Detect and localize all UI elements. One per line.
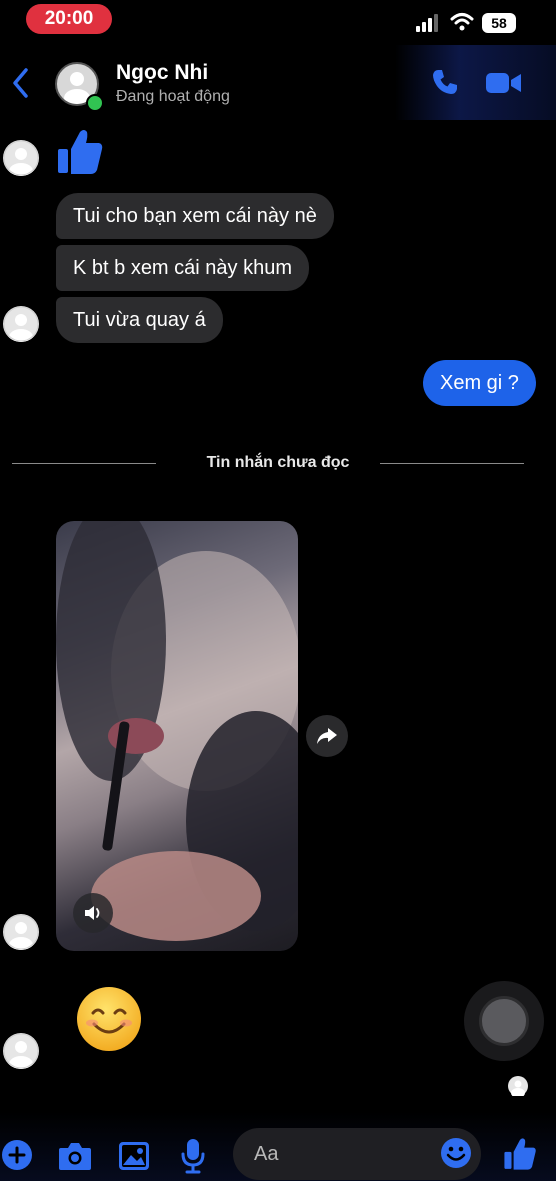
emoji-icon[interactable] xyxy=(440,1137,472,1169)
message-input-placeholder: Aa xyxy=(254,1142,279,1165)
message-text: Tui cho bạn xem cái này nè xyxy=(73,204,317,227)
sender-avatar[interactable] xyxy=(3,140,39,176)
default-avatar-icon xyxy=(3,306,39,342)
message-text: Xem gi ? xyxy=(440,371,519,394)
speaker-icon xyxy=(85,906,100,920)
image-icon[interactable] xyxy=(118,1141,150,1171)
sender-avatar[interactable] xyxy=(3,306,39,342)
seen-indicator-avatar xyxy=(508,1076,528,1098)
default-avatar-icon xyxy=(511,1080,525,1098)
microphone-icon[interactable] xyxy=(180,1138,206,1174)
sender-avatar[interactable] xyxy=(3,1033,39,1069)
header-glow xyxy=(395,45,556,120)
phone-icon[interactable] xyxy=(430,67,460,97)
default-avatar-icon xyxy=(3,1033,39,1069)
battery-indicator: 58 xyxy=(482,13,516,33)
received-message-bubble[interactable]: Tui cho bạn xem cái này nè xyxy=(56,193,334,239)
message-text: Tui vừa quay á xyxy=(73,308,206,331)
camera-icon[interactable] xyxy=(58,1141,92,1171)
battery-level: 58 xyxy=(491,15,507,31)
contact-name[interactable]: Ngọc Nhi xyxy=(116,61,208,85)
contact-status: Đang hoạt động xyxy=(116,88,230,105)
video-camera-icon[interactable] xyxy=(486,70,522,96)
cell-signal-icon xyxy=(416,14,438,32)
video-thumbnail xyxy=(56,521,298,941)
wifi-icon xyxy=(450,13,474,31)
smiley-emoji[interactable] xyxy=(76,986,142,1052)
floating-action-button[interactable] xyxy=(464,981,544,1061)
default-avatar-icon xyxy=(3,140,39,176)
back-arrow-icon[interactable] xyxy=(10,66,30,100)
share-button[interactable] xyxy=(306,715,348,757)
divider-line-right xyxy=(380,463,524,464)
sent-message-bubble[interactable]: Xem gi ? xyxy=(423,360,536,406)
online-status-dot xyxy=(86,94,104,112)
share-arrow-icon xyxy=(317,728,337,744)
thumbs-up-icon[interactable] xyxy=(56,127,104,177)
plus-icon[interactable] xyxy=(1,1139,33,1171)
thumbs-up-icon[interactable] xyxy=(503,1136,537,1172)
received-message-bubble[interactable]: K bt b xem cái này khum xyxy=(56,245,309,291)
floating-button-inner xyxy=(479,996,529,1046)
sender-avatar[interactable] xyxy=(3,914,39,950)
video-message[interactable] xyxy=(56,521,298,951)
message-text: K bt b xem cái này khum xyxy=(73,256,292,279)
received-message-bubble[interactable]: Tui vừa quay á xyxy=(56,297,223,343)
default-avatar-icon xyxy=(3,914,39,950)
video-sound-button[interactable] xyxy=(73,893,113,933)
status-time: 20:00 xyxy=(26,4,112,34)
status-time-text: 20:00 xyxy=(44,8,94,29)
